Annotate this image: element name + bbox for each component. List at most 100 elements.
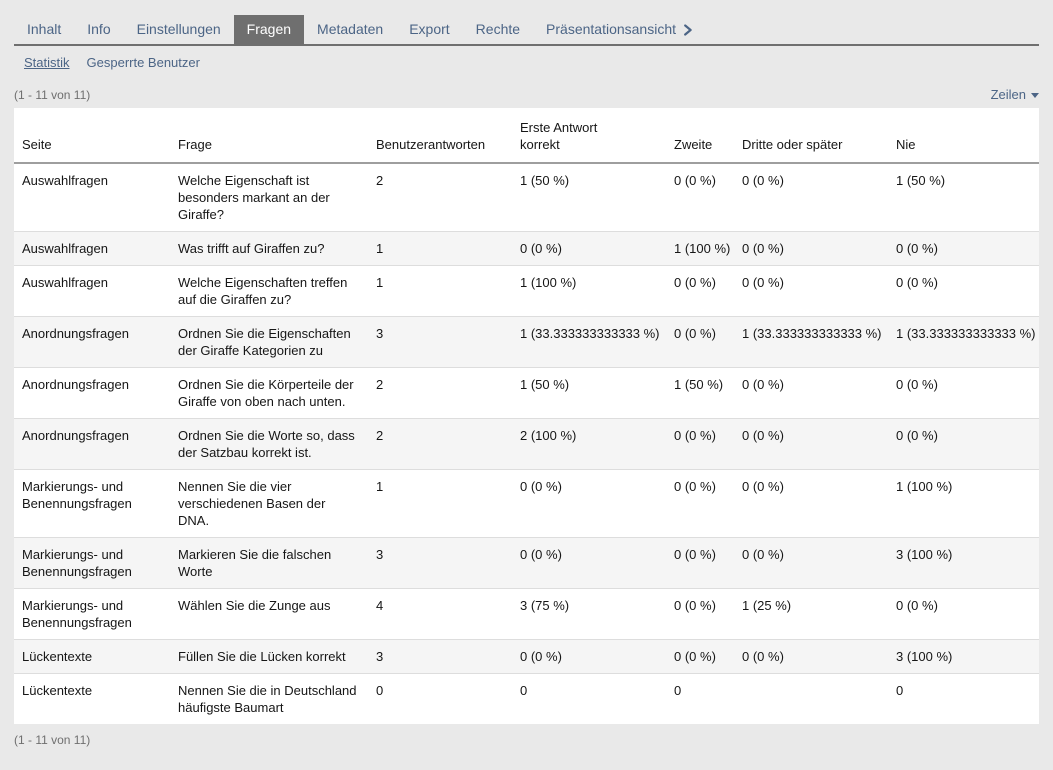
caret-down-icon xyxy=(1031,93,1039,98)
table-cell: 0 xyxy=(512,674,666,725)
table-cell: 1 (50 %) xyxy=(512,368,666,419)
table-cell: 0 (0 %) xyxy=(666,163,734,232)
table-cell: 3 (100 %) xyxy=(888,538,1039,589)
column-header-6: Nie xyxy=(888,108,1039,163)
tab-info[interactable]: Info xyxy=(74,15,123,44)
table-cell: 0 (0 %) xyxy=(512,640,666,674)
table-cell: 0 (0 %) xyxy=(734,419,888,470)
table-cell: 1 (100 %) xyxy=(888,470,1039,538)
table-cell: Auswahlfragen xyxy=(14,266,170,317)
table-cell: 0 (0 %) xyxy=(666,266,734,317)
table-cell: 0 (0 %) xyxy=(888,368,1039,419)
tab-label: Rechte xyxy=(476,21,520,38)
table-cell: 0 (0 %) xyxy=(734,232,888,266)
table-cell: 1 (50 %) xyxy=(512,163,666,232)
tab-label: Präsentationsansicht xyxy=(546,21,676,38)
subtab-gesperrte-benutzer[interactable]: Gesperrte Benutzer xyxy=(87,55,200,71)
table-cell: 2 xyxy=(368,163,512,232)
table-cell: 2 (100 %) xyxy=(512,419,666,470)
table-cell: Füllen Sie die Lücken korrekt xyxy=(170,640,368,674)
table-header-row: Seite Frage Benutzerantworten Erste Antwort… xyxy=(14,108,1039,163)
table-cell: 0 (0 %) xyxy=(888,266,1039,317)
column-header-label: Frage xyxy=(178,137,212,152)
rows-dropdown[interactable]: Zeilen xyxy=(991,87,1039,102)
table-cell: 4 xyxy=(368,589,512,640)
table-cell: 0 (0 %) xyxy=(512,232,666,266)
tab-fragen[interactable]: Fragen xyxy=(234,15,304,44)
pagination-range-bottom: (1 - 11 von 11) xyxy=(14,733,90,747)
table-cell: 0 (0 %) xyxy=(888,419,1039,470)
table-cell: 0 (0 %) xyxy=(666,538,734,589)
table-cell: 3 xyxy=(368,640,512,674)
table-cell: 0 (0 %) xyxy=(734,368,888,419)
table-cell: 3 (100 %) xyxy=(888,640,1039,674)
table-body: AuswahlfragenWelche Eigenschaft ist beso… xyxy=(14,163,1039,724)
table-cell: 1 (25 %) xyxy=(734,589,888,640)
table-cell: 1 xyxy=(368,266,512,317)
table-cell: 0 (0 %) xyxy=(512,538,666,589)
questions-statistics-table: Seite Frage Benutzerantworten Erste Antwort… xyxy=(14,108,1039,724)
column-header-label: Benutzerantworten xyxy=(376,137,485,152)
table-cell: 3 xyxy=(368,538,512,589)
table-row: AnordnungsfragenOrdnen Sie die Eigenscha… xyxy=(14,317,1039,368)
table-cell: 0 (0 %) xyxy=(666,589,734,640)
table-cell: 1 (100 %) xyxy=(666,232,734,266)
table-row: AnordnungsfragenOrdnen Sie die Worte so,… xyxy=(14,419,1039,470)
tab-label: Inhalt xyxy=(27,21,61,38)
table-cell: 0 (0 %) xyxy=(888,589,1039,640)
table-cell: Ordnen Sie die Eigenschaften der Giraffe… xyxy=(170,317,368,368)
pagination-bottom: (1 - 11 von 11) xyxy=(14,733,1039,747)
table-cell: Welche Eigenschaft ist besonders markant… xyxy=(170,163,368,232)
column-header-0: Seite xyxy=(14,108,170,163)
page: Inhalt Info EinstellungenFragenMetadaten Ex… xyxy=(0,15,1053,747)
table-cell: Ordnen Sie die Worte so, dass der Satzba… xyxy=(170,419,368,470)
rows-dropdown-label: Zeilen xyxy=(991,87,1026,102)
tab-label: Export xyxy=(409,21,449,38)
tab-inhalt[interactable]: Inhalt xyxy=(14,15,74,44)
table-cell xyxy=(734,674,888,725)
column-header-1: Frage xyxy=(170,108,368,163)
column-header-2: Benutzerantworten xyxy=(368,108,512,163)
table-cell: 1 xyxy=(368,232,512,266)
table-cell: 1 (100 %) xyxy=(512,266,666,317)
table-row: AuswahlfragenWelche Eigenschaften treffe… xyxy=(14,266,1039,317)
tab-label: Info xyxy=(87,21,110,38)
tab-rechte[interactable]: Rechte xyxy=(463,15,533,44)
table-row: AnordnungsfragenOrdnen Sie die Körpertei… xyxy=(14,368,1039,419)
table-cell: 0 (0 %) xyxy=(734,470,888,538)
table-cell: 0 (0 %) xyxy=(666,470,734,538)
column-header-label: Erste Antwort korrekt xyxy=(520,119,616,153)
table-cell: Lückentexte xyxy=(14,674,170,725)
tab-metadaten[interactable]: Metadaten xyxy=(304,15,396,44)
table-cell: Markieren Sie die falschen Worte xyxy=(170,538,368,589)
table-cell: 3 (75 %) xyxy=(512,589,666,640)
tab-export[interactable]: Export xyxy=(396,15,462,44)
table-cell: Welche Eigenschaften treffen auf die Gir… xyxy=(170,266,368,317)
table-row: Markierungs- und BenennungsfragenMarkier… xyxy=(14,538,1039,589)
tab-bar: Inhalt Info EinstellungenFragenMetadaten Ex… xyxy=(14,15,1039,46)
pagination-range-top: (1 - 11 von 11) xyxy=(14,88,90,102)
table-cell: 0 xyxy=(666,674,734,725)
table-cell: Wählen Sie die Zunge aus xyxy=(170,589,368,640)
table-cell: 0 (0 %) xyxy=(734,538,888,589)
tab-einstellungen[interactable]: Einstellungen xyxy=(124,15,234,44)
table-cell: 1 (50 %) xyxy=(666,368,734,419)
table-cell: 0 (0 %) xyxy=(512,470,666,538)
subtab-statistik[interactable]: Statistik xyxy=(24,55,70,71)
table-cell: 0 xyxy=(368,674,512,725)
table-cell: 2 xyxy=(368,419,512,470)
column-header-label: Zweite xyxy=(674,137,712,152)
table-cell: Lückentexte xyxy=(14,640,170,674)
table-cell: Nennen Sie die in Deutschland häufigste … xyxy=(170,674,368,725)
tab-praesentationsansicht[interactable]: Präsentationsansicht xyxy=(533,15,706,44)
table-cell: 1 (33.333333333333 %) xyxy=(888,317,1039,368)
table-cell: 1 (50 %) xyxy=(888,163,1039,232)
table-cell: Auswahlfragen xyxy=(14,163,170,232)
table-cell: Anordnungsfragen xyxy=(14,368,170,419)
table-cell: Ordnen Sie die Körperteile der Giraffe v… xyxy=(170,368,368,419)
table-cell: 1 (33.333333333333 %) xyxy=(512,317,666,368)
table-cell: 0 (0 %) xyxy=(666,317,734,368)
table-cell: Anordnungsfragen xyxy=(14,419,170,470)
table-cell: Markierungs- und Benennungsfragen xyxy=(14,538,170,589)
table-cell: Auswahlfragen xyxy=(14,232,170,266)
